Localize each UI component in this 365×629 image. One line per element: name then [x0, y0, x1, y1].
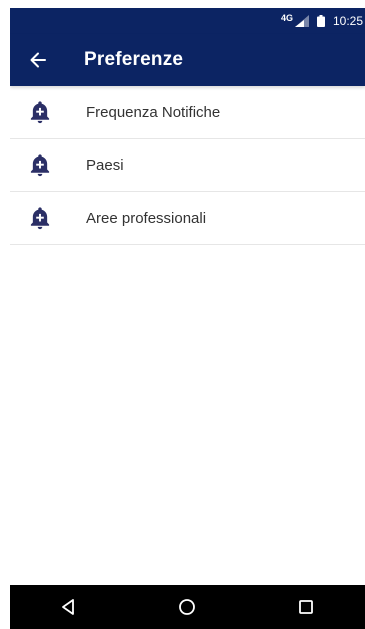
arrow-left-icon: [30, 52, 46, 68]
nav-back-button[interactable]: [39, 585, 99, 629]
list-item-aree-professionali[interactable]: Aree professionali: [10, 192, 365, 245]
list-item-label: Aree professionali: [86, 209, 207, 227]
list-item-frequenza-notifiche[interactable]: Frequenza Notifiche: [10, 86, 365, 139]
network-type: 4G: [280, 13, 293, 23]
app-screen: 4G 10:25 Preferenze Frequenza Notifiche …: [10, 8, 365, 629]
status-time: 10:25: [332, 14, 363, 28]
bell-plus-icon: [12, 99, 68, 125]
back-triangle-icon: [62, 599, 75, 615]
back-button[interactable]: [10, 34, 66, 86]
bell-plus-icon: [12, 152, 68, 178]
list-item-paesi[interactable]: Paesi: [10, 139, 365, 192]
nav-home-button[interactable]: [157, 585, 217, 629]
recents-square-icon: [298, 600, 313, 614]
page-title: Preferenze: [84, 49, 184, 70]
preferences-list: Frequenza Notifiche Paesi Aree professio…: [10, 86, 365, 245]
bell-plus-icon: [12, 205, 68, 231]
list-item-label: Paesi: [86, 156, 124, 174]
home-circle-icon: [179, 599, 196, 615]
system-nav-bar: [10, 585, 365, 629]
battery-icon: [316, 15, 325, 27]
status-bar: 4G 10:25: [10, 8, 365, 34]
nav-recents-button[interactable]: [276, 585, 336, 629]
list-item-label: Frequenza Notifiche: [86, 103, 221, 121]
app-bar: Preferenze: [10, 34, 365, 86]
signal-icon: [294, 15, 309, 27]
